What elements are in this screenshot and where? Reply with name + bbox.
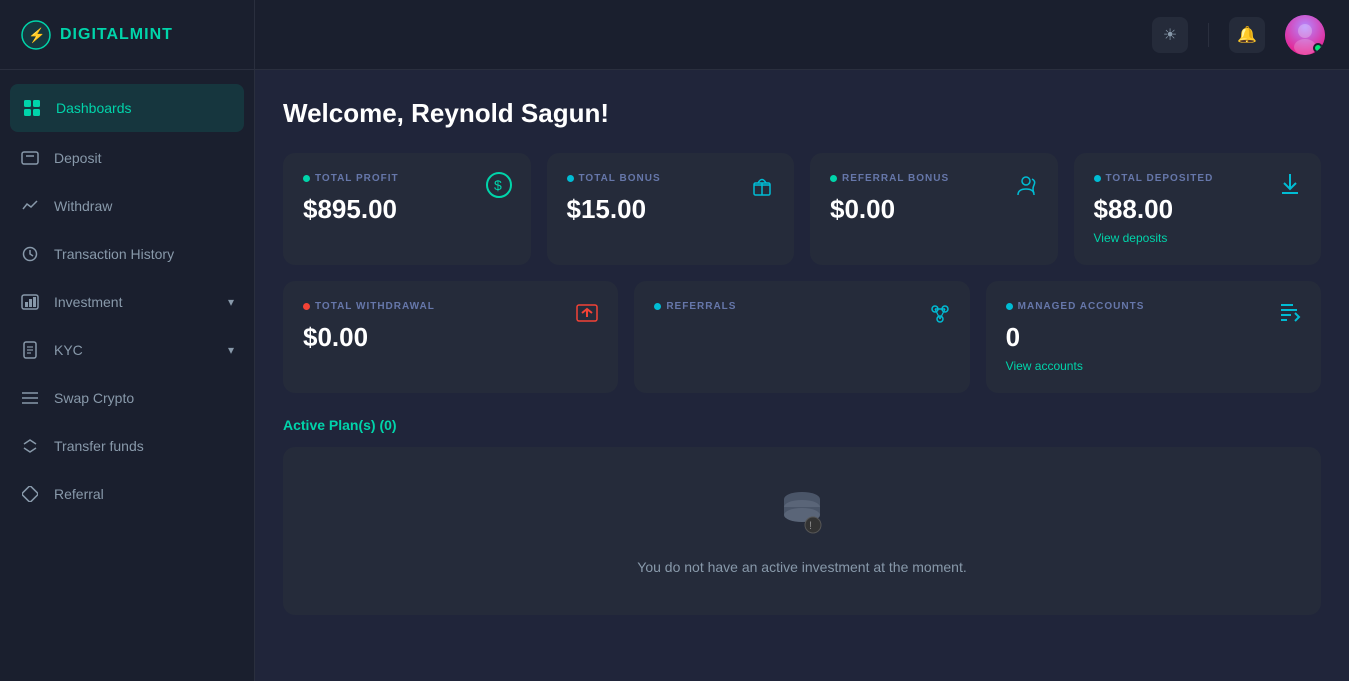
stat-label-total-profit: TOTAL PROFIT (303, 173, 511, 184)
total-profit-icon: $ (485, 171, 513, 206)
sidebar-item-label: Dashboards (56, 100, 132, 116)
stat-card-referral-bonus: REFERRAL BONUS $0.00 (810, 153, 1058, 265)
referrals-icon (926, 299, 952, 332)
svg-text:$: $ (494, 177, 502, 193)
chevron-icon: ▾ (228, 295, 234, 309)
stat-label-total-withdrawal: TOTAL WITHDRAWAL (303, 301, 598, 312)
svg-text:!: ! (809, 520, 812, 532)
transaction-history-icon (20, 244, 40, 264)
online-indicator (1313, 43, 1323, 53)
sidebar-item-label: Transfer funds (54, 438, 144, 454)
main-content: ☀ 🔔 Welcome, Reynold Sagun! (255, 0, 1349, 681)
sidebar-item-deposit[interactable]: Deposit (0, 134, 254, 182)
no-investment-text: You do not have an active investment at … (637, 559, 966, 575)
database-icon: ! (777, 487, 827, 537)
dot-indicator (303, 303, 310, 310)
theme-toggle-button[interactable]: ☀ (1152, 17, 1188, 53)
topbar-divider-1 (1208, 23, 1209, 47)
sidebar-logo: ⚡ DIGITALMINT (0, 0, 254, 70)
stat-value-total-profit: $895.00 (303, 194, 511, 225)
stats-row-2: TOTAL WITHDRAWAL $0.00 REFERRALS MANAGED… (283, 281, 1321, 393)
dot-indicator (303, 175, 310, 182)
sidebar-item-dashboards[interactable]: Dashboards (10, 84, 244, 132)
sidebar-item-label: Investment (54, 294, 122, 310)
sidebar-nav: Dashboards Deposit Withdraw Transaction … (0, 70, 254, 681)
total-withdrawal-icon (574, 299, 600, 332)
sidebar-item-label: Transaction History (54, 246, 174, 262)
sidebar-item-label: Withdraw (54, 198, 112, 214)
stats-row-1: TOTAL PROFIT $895.00 $ TOTAL BONUS $15.0… (283, 153, 1321, 265)
referral-bonus-icon (1012, 171, 1040, 206)
no-investment-icon: ! (777, 487, 827, 547)
sidebar-item-label: Referral (54, 486, 104, 502)
total-deposited-icon (1277, 171, 1303, 204)
active-plans-title: Active Plan(s) (0) (283, 417, 1321, 433)
chevron-icon: ▾ (228, 343, 234, 357)
stat-card-total-profit: TOTAL PROFIT $895.00 $ (283, 153, 531, 265)
sidebar-item-investment[interactable]: Investment ▾ (0, 278, 254, 326)
sidebar-item-withdraw[interactable]: Withdraw (0, 182, 254, 230)
topbar: ☀ 🔔 (255, 0, 1349, 70)
investment-icon (20, 292, 40, 312)
welcome-title: Welcome, Reynold Sagun! (283, 98, 1321, 129)
view-link-managed-accounts[interactable]: View accounts (1006, 359, 1301, 373)
sidebar: ⚡ DIGITALMINT Dashboards Deposit Withdra… (0, 0, 255, 681)
brand-name: DIGITALMINT (60, 26, 173, 44)
stat-label-total-bonus: TOTAL BONUS (567, 173, 775, 184)
stat-value-total-deposited: $88.00 (1094, 194, 1302, 225)
managed-accounts-icon (1277, 299, 1303, 332)
sidebar-item-label: KYC (54, 342, 83, 358)
stat-value-total-withdrawal: $0.00 (303, 322, 598, 353)
stat-value-referral-bonus: $0.00 (830, 194, 1038, 225)
dashboard-content: Welcome, Reynold Sagun! TOTAL PROFIT $89… (255, 70, 1349, 681)
logo-icon: ⚡ (20, 19, 52, 51)
dot-indicator (567, 175, 574, 182)
sidebar-item-transfer-funds[interactable]: Transfer funds (0, 422, 254, 470)
sidebar-item-label: Swap Crypto (54, 390, 134, 406)
svg-text:⚡: ⚡ (28, 27, 45, 44)
empty-plans-card: ! You do not have an active investment a… (283, 447, 1321, 615)
sidebar-item-label: Deposit (54, 150, 101, 166)
kyc-icon (20, 340, 40, 360)
view-link-total-deposited[interactable]: View deposits (1094, 231, 1302, 245)
referral-icon (20, 484, 40, 504)
sidebar-item-swap-crypto[interactable]: Swap Crypto (0, 374, 254, 422)
stat-label-referral-bonus: REFERRAL BONUS (830, 173, 1038, 184)
bell-icon: 🔔 (1237, 25, 1257, 45)
notifications-button[interactable]: 🔔 (1229, 17, 1265, 53)
dot-indicator (1006, 303, 1013, 310)
user-avatar[interactable] (1285, 15, 1325, 55)
sun-icon: ☀ (1163, 25, 1177, 45)
sidebar-item-transaction-history[interactable]: Transaction History (0, 230, 254, 278)
deposit-icon (20, 148, 40, 168)
dot-indicator (654, 303, 661, 310)
stat-value-total-bonus: $15.00 (567, 194, 775, 225)
sidebar-item-kyc[interactable]: KYC ▾ (0, 326, 254, 374)
total-bonus-icon (748, 171, 776, 206)
stat-card-total-bonus: TOTAL BONUS $15.00 (547, 153, 795, 265)
swap-crypto-icon (20, 388, 40, 408)
stat-card-referrals: REFERRALS (634, 281, 969, 393)
stat-card-total-deposited: TOTAL DEPOSITED $88.00 View deposits (1074, 153, 1322, 265)
stat-label-referrals: REFERRALS (654, 301, 949, 312)
dashboards-icon (22, 98, 42, 118)
sidebar-item-referral[interactable]: Referral (0, 470, 254, 518)
dot-indicator (830, 175, 837, 182)
stat-card-managed-accounts: MANAGED ACCOUNTS 0 View accounts (986, 281, 1321, 393)
transfer-funds-icon (20, 436, 40, 456)
dot-indicator (1094, 175, 1101, 182)
stat-label-managed-accounts: MANAGED ACCOUNTS (1006, 301, 1301, 312)
stat-value-managed-accounts: 0 (1006, 322, 1301, 353)
stat-label-total-deposited: TOTAL DEPOSITED (1094, 173, 1302, 184)
stat-card-total-withdrawal: TOTAL WITHDRAWAL $0.00 (283, 281, 618, 393)
withdraw-icon (20, 196, 40, 216)
